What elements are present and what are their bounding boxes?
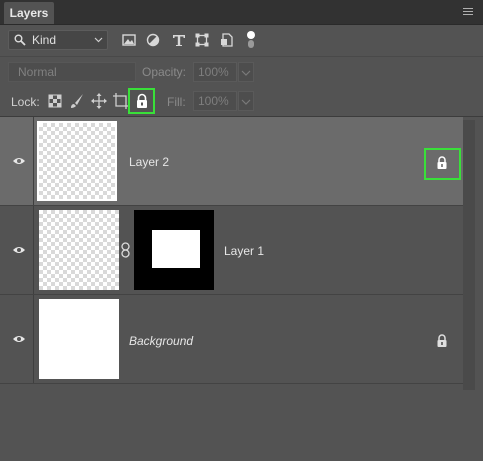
link-icon[interactable] <box>121 242 130 258</box>
visibility-column <box>0 295 34 383</box>
visibility-column <box>0 206 34 294</box>
blend-row: Normal Opacity: 100% <box>0 57 483 85</box>
lock-icon <box>437 334 447 347</box>
layer-name[interactable]: Layer 2 <box>129 155 169 169</box>
fill-dropdown[interactable] <box>238 91 254 111</box>
filter-toggle-icon[interactable] <box>246 30 256 50</box>
layer-thumbnail[interactable] <box>37 121 117 201</box>
filter-row: Kind <box>0 24 483 57</box>
type-filter-icon[interactable] <box>172 33 186 47</box>
layer-row-layer-2[interactable]: Layer 2 <box>0 117 463 206</box>
panel-menu-icon[interactable] <box>463 8 473 15</box>
chevron-down-icon <box>94 37 103 43</box>
kind-filter-select[interactable]: Kind <box>8 30 108 50</box>
layer-mask-thumbnail[interactable] <box>134 210 214 290</box>
shape-filter-icon[interactable] <box>195 33 209 47</box>
layer-thumbnail[interactable] <box>39 210 119 290</box>
lock-icon <box>437 156 447 169</box>
eye-icon[interactable] <box>12 245 26 255</box>
lock-image-pixels-icon[interactable] <box>69 93 85 109</box>
lock-label: Lock: <box>11 95 40 109</box>
layers-tab[interactable]: Layers <box>4 2 54 24</box>
layer-thumbnail[interactable] <box>39 299 119 379</box>
visibility-column <box>0 117 34 205</box>
kind-filter-label: Kind <box>32 33 57 47</box>
lock-transparent-pixels-icon[interactable] <box>47 93 63 109</box>
lock-row: Lock: Fill: 100% <box>0 86 483 117</box>
fill-input[interactable]: 100% <box>193 91 237 111</box>
eye-icon[interactable] <box>12 156 26 166</box>
lock-artboard-icon[interactable] <box>113 93 129 109</box>
lock-position-icon[interactable] <box>91 93 107 109</box>
chevron-down-icon <box>241 99 251 105</box>
opacity-label: Opacity: <box>142 65 187 79</box>
layer-name[interactable]: Background <box>129 334 193 348</box>
blend-mode-select[interactable]: Normal <box>8 62 136 82</box>
panel-tab-bar: Layers <box>0 0 483 25</box>
scrollbar-thumb[interactable] <box>463 120 475 390</box>
chevron-down-icon <box>241 70 251 76</box>
mask-white-area <box>152 230 200 268</box>
opacity-dropdown[interactable] <box>238 62 254 82</box>
fill-label: Fill: <box>167 95 186 109</box>
eye-icon[interactable] <box>12 334 26 344</box>
lock-all-icon[interactable] <box>134 93 150 109</box>
image-filter-icon[interactable] <box>122 33 136 47</box>
layer-row-layer-1[interactable]: Layer 1 <box>0 206 463 295</box>
adjustment-filter-icon[interactable] <box>146 33 160 47</box>
smart-object-filter-icon[interactable] <box>220 33 234 47</box>
search-icon <box>14 34 26 46</box>
layer-name[interactable]: Layer 1 <box>224 244 264 258</box>
layer-row-background[interactable]: Background <box>0 295 463 384</box>
opacity-input[interactable]: 100% <box>193 62 237 82</box>
layers-list: Layer 2 Layer 1 Background <box>0 117 463 461</box>
